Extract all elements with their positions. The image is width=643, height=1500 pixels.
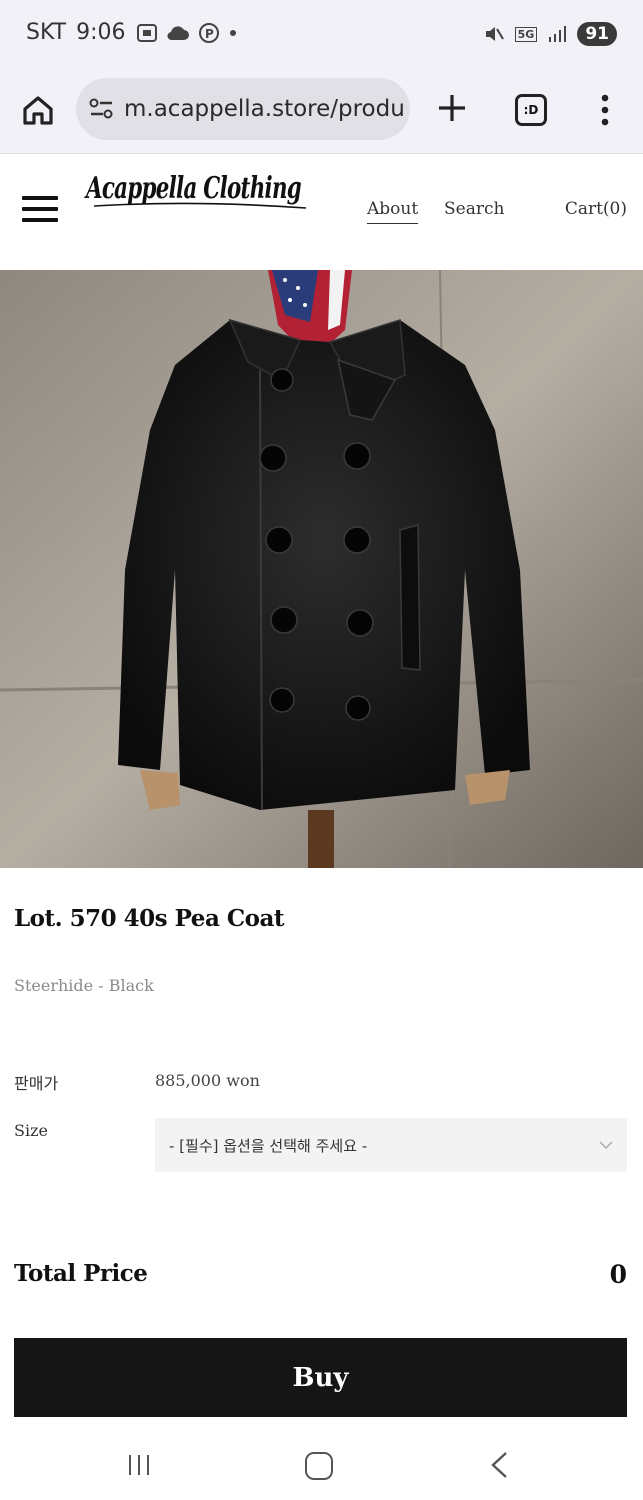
- product-photo: [0, 270, 643, 868]
- screenshot-icon: [136, 23, 157, 42]
- clock: 9:06: [76, 20, 126, 45]
- size-select[interactable]: - [필수] 옵션을 선택해 주세요 -: [155, 1118, 627, 1172]
- browser-toolbar: m.acappella.store/produ :D: [0, 70, 643, 154]
- nav-search-link[interactable]: Search: [444, 199, 504, 219]
- chevron-down-icon: [599, 1141, 613, 1150]
- parking-icon: P: [198, 22, 219, 43]
- site-header: Acappella Clothing About Search Cart(0): [0, 154, 643, 270]
- mute-icon: [485, 27, 504, 41]
- status-left: SKT 9:06 P: [26, 20, 238, 45]
- cloud-icon: [167, 25, 189, 40]
- status-bar: SKT 9:06 P 5G 91: [0, 0, 643, 70]
- size-label: Size: [14, 1121, 48, 1140]
- more-options-icon[interactable]: [593, 92, 617, 128]
- logo-wordmark: Acappella Clothing: [84, 171, 307, 209]
- menu-button[interactable]: [22, 196, 58, 224]
- total-price-label: Total Price: [14, 1260, 148, 1287]
- carrier-label: SKT: [26, 20, 67, 45]
- product-subtitle: Steerhide - Black: [14, 976, 154, 995]
- svg-text:P: P: [205, 27, 214, 41]
- tab-switcher-label: :D: [523, 103, 539, 117]
- recent-apps-icon[interactable]: [126, 1452, 152, 1478]
- signal-icon: [549, 26, 567, 42]
- status-right: 5G 91: [483, 22, 617, 46]
- back-icon[interactable]: [488, 1450, 510, 1480]
- buy-button-label: Buy: [292, 1362, 349, 1393]
- tab-switcher-button[interactable]: :D: [515, 94, 547, 126]
- total-price-value: 0: [609, 1260, 627, 1289]
- system-nav-bar: [0, 1430, 643, 1500]
- network-label: 5G: [514, 26, 538, 42]
- svg-text:Acappella Clothing: Acappella Clothing: [84, 171, 301, 206]
- product-title: Lot. 570 40s Pea Coat: [14, 905, 285, 932]
- address-bar[interactable]: m.acappella.store/produ: [76, 78, 410, 140]
- price-value: 885,000 won: [155, 1071, 260, 1090]
- site-settings-icon[interactable]: [88, 97, 116, 121]
- new-tab-icon[interactable]: [434, 90, 470, 126]
- nav-cart-link[interactable]: Cart(0): [565, 199, 627, 219]
- nav-about-link[interactable]: About: [367, 199, 419, 224]
- product-image: [0, 270, 643, 868]
- url-text: m.acappella.store/produ: [124, 96, 405, 122]
- buy-button[interactable]: Buy: [14, 1338, 627, 1417]
- dot-icon: [229, 29, 236, 36]
- battery-indicator: 91: [577, 22, 617, 46]
- price-label: 판매가: [14, 1074, 59, 1093]
- home-nav-icon[interactable]: [305, 1452, 333, 1480]
- home-icon[interactable]: [20, 92, 56, 128]
- size-select-placeholder: - [필수] 옵션을 선택해 주세요 -: [169, 1136, 368, 1155]
